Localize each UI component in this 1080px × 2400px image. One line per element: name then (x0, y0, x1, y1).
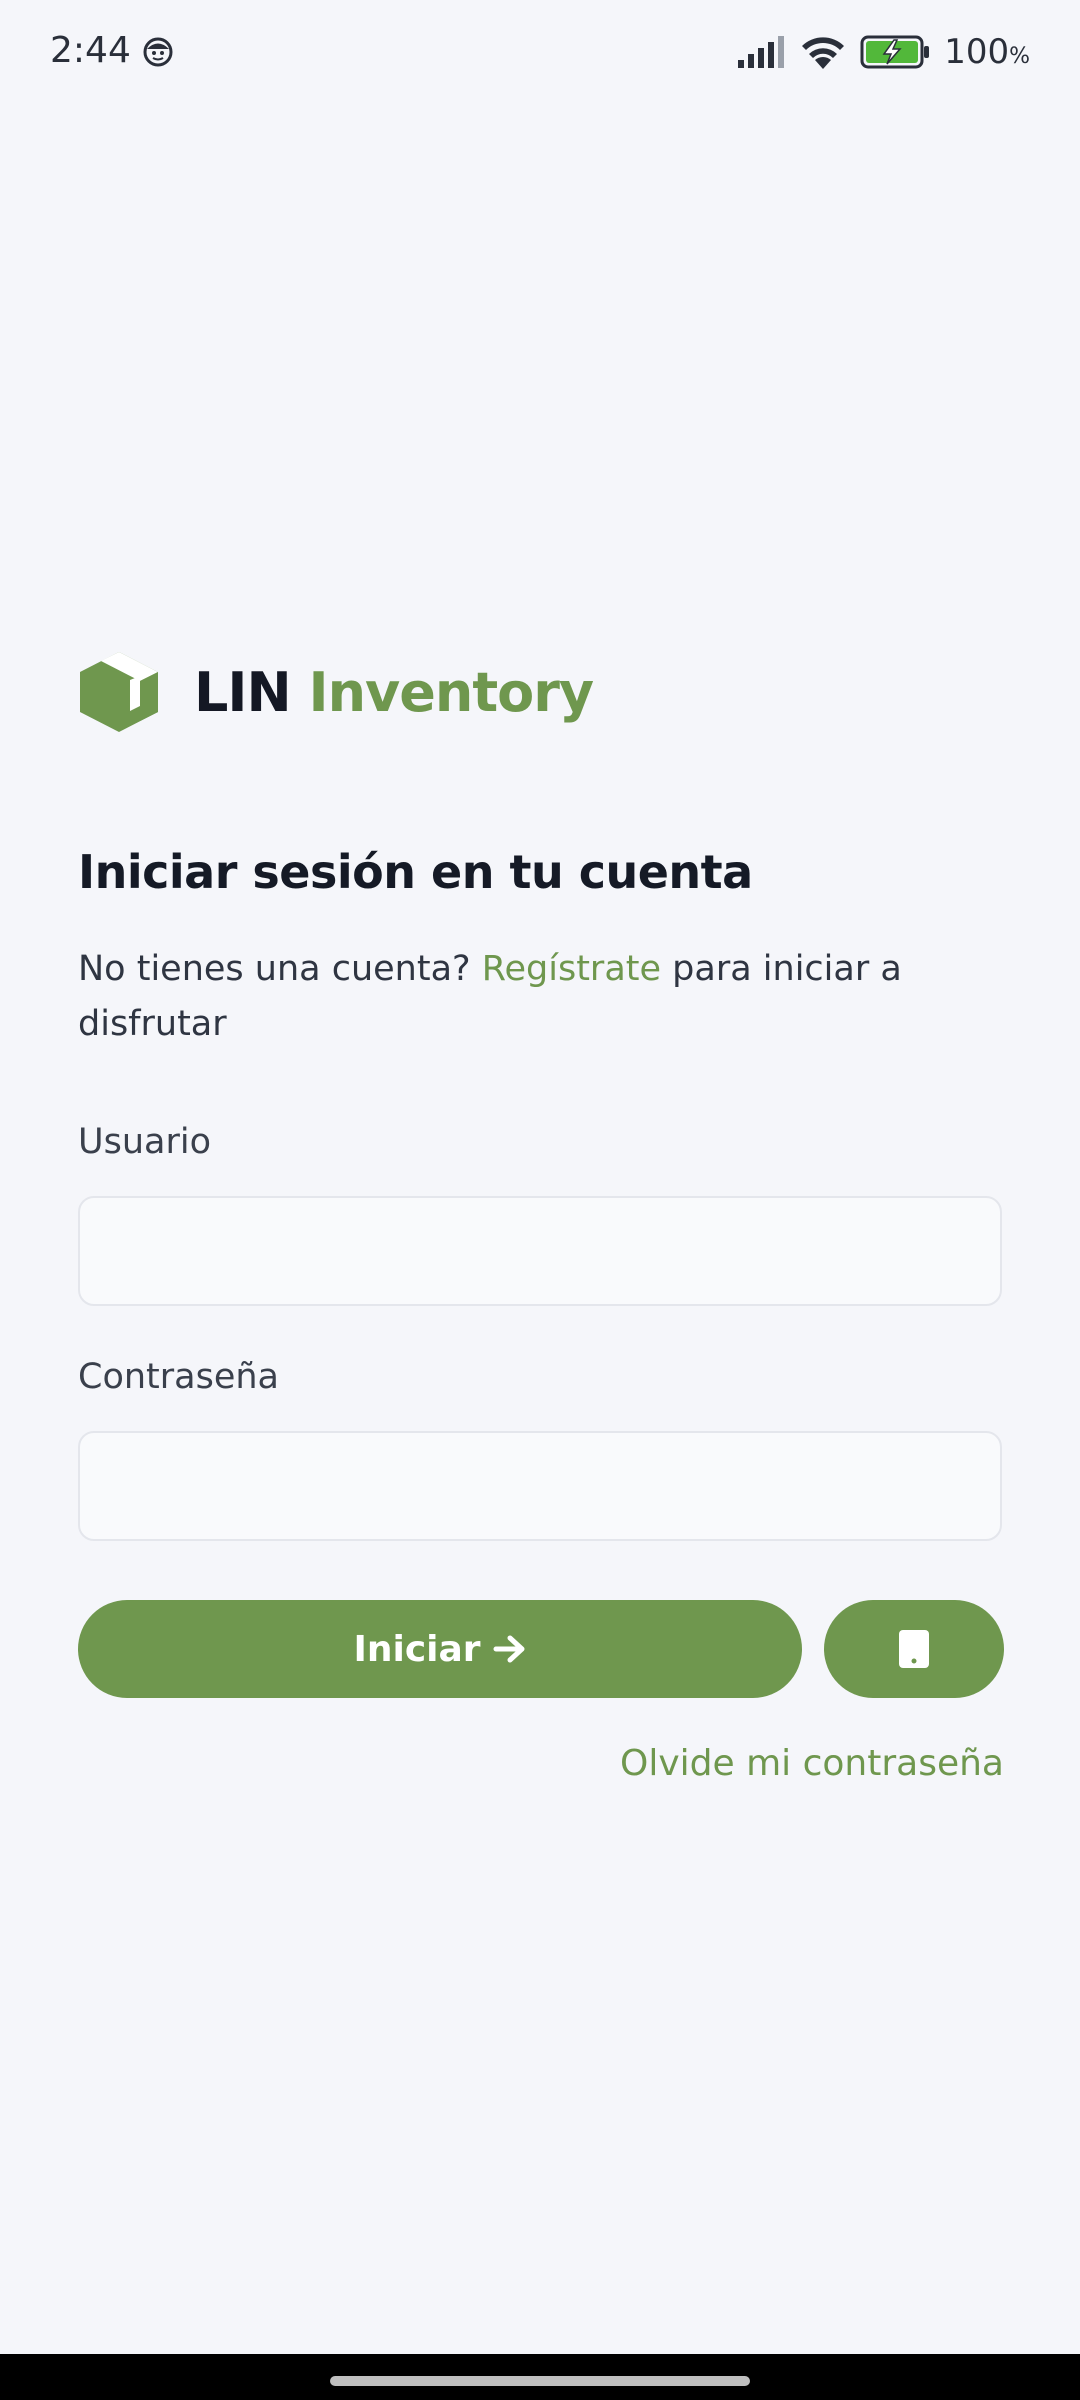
home-gesture-handle[interactable] (330, 2376, 750, 2386)
battery-percent-unit: % (1009, 44, 1030, 69)
password-input[interactable] (78, 1431, 1002, 1541)
brand-name-inventory: Inventory (308, 660, 595, 724)
register-prompt: No tienes una cuenta? Regístrate para in… (78, 942, 978, 1052)
device-login-button[interactable] (824, 1600, 1004, 1698)
signal-icon (738, 36, 785, 68)
register-link[interactable]: Regístrate (482, 949, 661, 989)
login-button[interactable]: Iniciar (78, 1600, 802, 1698)
username-input[interactable] (78, 1196, 1002, 1306)
battery-percentage: 100% (944, 32, 1030, 72)
brand-name: LIN Inventory (194, 660, 595, 724)
arrow-right-icon (493, 1635, 525, 1663)
face-emoji-icon (143, 37, 173, 67)
system-navigation-bar (0, 2354, 1080, 2400)
box-icon (80, 652, 158, 732)
username-label: Usuario (78, 1122, 212, 1162)
battery-percent-value: 100 (944, 32, 1010, 72)
register-prompt-prefix: No tienes una cuenta? (78, 949, 471, 989)
status-bar: 2:44 100% (0, 0, 1080, 110)
login-button-label: Iniciar (353, 1628, 481, 1670)
status-time: 2:44 (50, 30, 131, 71)
wifi-icon (802, 37, 845, 69)
password-label: Contraseña (78, 1357, 279, 1397)
mobile-device-icon (899, 1630, 929, 1668)
forgot-password-link[interactable]: Olvide mi contraseña (620, 1743, 1004, 1784)
page-title: Iniciar sesión en tu cuenta (78, 845, 753, 899)
battery-charging-icon (860, 35, 930, 69)
brand-name-lin: LIN (194, 660, 292, 724)
brand-logo: LIN Inventory (78, 650, 595, 734)
